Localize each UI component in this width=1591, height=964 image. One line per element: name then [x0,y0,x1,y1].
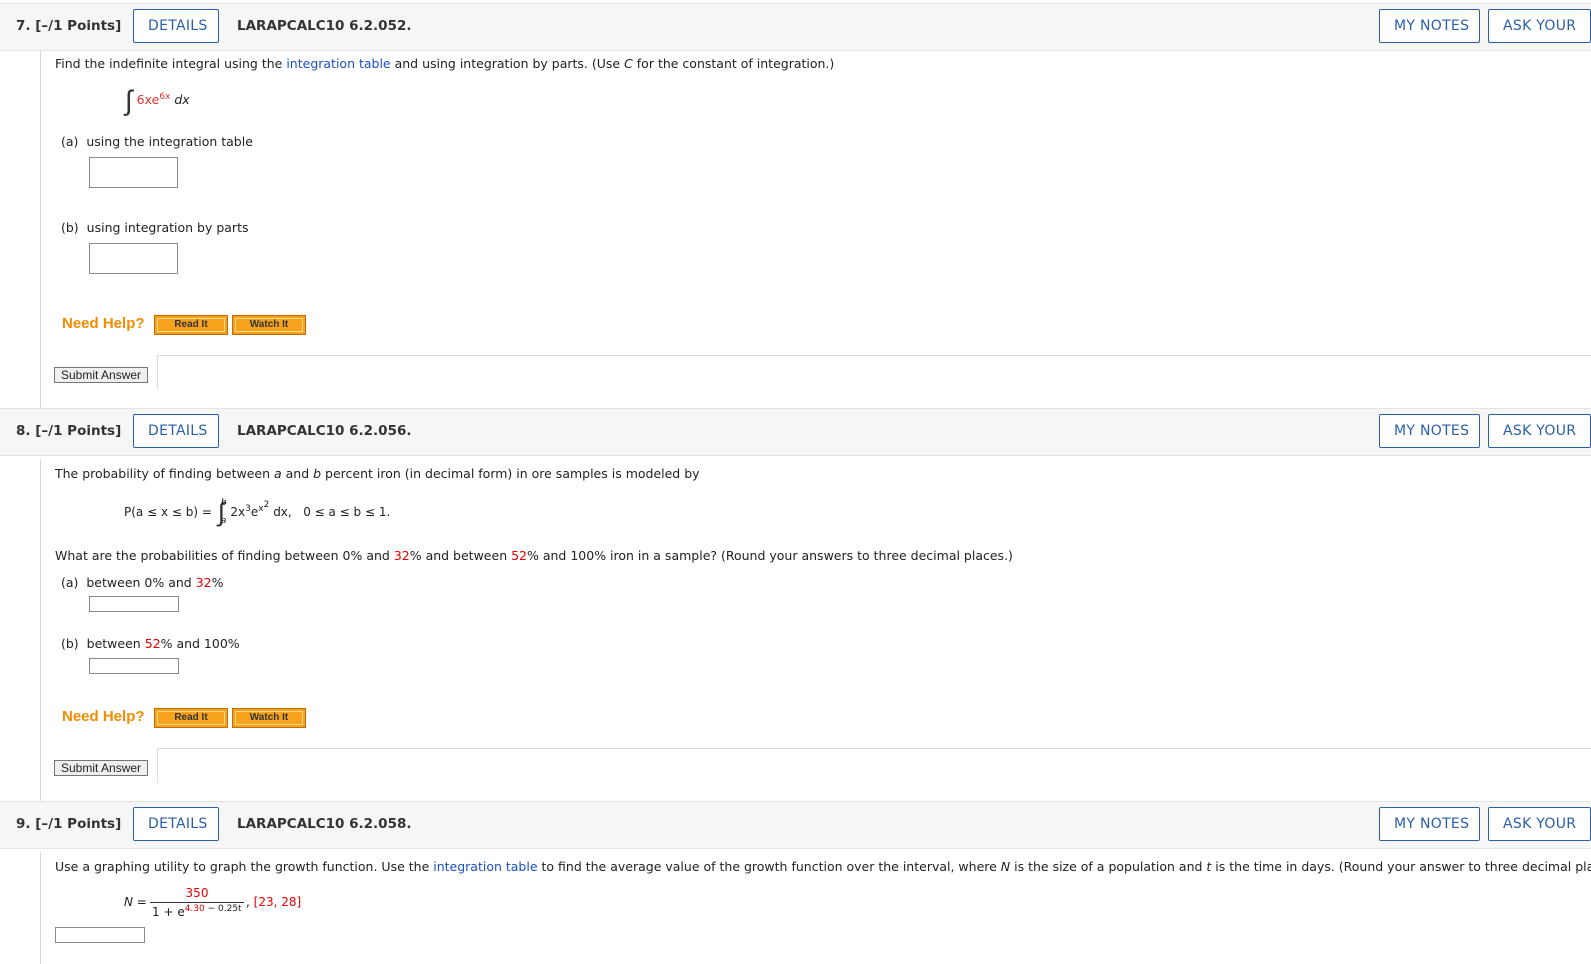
answer-input-b[interactable] [89,243,178,274]
fraction-bar [150,902,244,903]
question-header: 7. [–/1 Points] DETAILS LARAPCALC10 6.2.… [0,3,1591,51]
question-number: 9. [–/1 Points] [16,816,122,832]
answer-input-a[interactable] [89,596,179,612]
question-prompt: The probability of finding between a and… [55,466,700,481]
question-header: 8. [–/1 Points] DETAILS LARAPCALC10 6.2.… [0,408,1591,456]
my-notes-button[interactable]: MY NOTES [1379,414,1480,448]
question-code: LARAPCALC10 6.2.058. [237,816,412,832]
divider [157,748,1591,749]
question-prompt: Find the indefinite integral using the i… [55,56,835,71]
probability-formula: P(a ≤ x ≤ b) = ∫b a 2x3ex2 dx, 0 ≤ a ≤ b … [124,498,391,528]
divider [157,355,158,390]
details-button[interactable]: DETAILS [133,414,219,448]
integral-sign-icon: ∫ [125,84,133,117]
details-button[interactable]: DETAILS [133,807,219,841]
my-notes-button[interactable]: MY NOTES [1379,9,1480,43]
my-notes-button[interactable]: MY NOTES [1379,807,1480,841]
part-a-label: (a) using the integration table [61,134,253,149]
question-code: LARAPCALC10 6.2.052. [237,18,412,34]
question-number: 8. [–/1 Points] [16,423,122,439]
need-help-label: Need Help? [62,315,145,332]
question-text: What are the probabilities of finding be… [55,548,1013,563]
ask-teacher-button[interactable]: ASK YOUR [1488,9,1591,43]
part-b-label: (b) using integration by parts [61,220,249,235]
question-body: The probability of finding between a and… [40,459,1591,801]
integral-expression: ∫ 6xe6x dx [125,84,190,117]
divider [157,355,1591,356]
answer-input[interactable] [55,927,145,943]
need-help-label: Need Help? [62,708,145,725]
question-body: Use a graphing utility to graph the grow… [40,852,1591,964]
watch-it-button[interactable]: Watch It [232,315,306,335]
answer-input-a[interactable] [89,157,178,188]
read-it-button[interactable]: Read It [154,315,228,335]
divider [157,748,158,783]
part-a-label: (a) between 0% and 32% [61,575,224,590]
answer-input-b[interactable] [89,658,179,674]
question-header: 9. [–/1 Points] DETAILS LARAPCALC10 6.2.… [0,801,1591,849]
details-button[interactable]: DETAILS [133,9,219,43]
submit-answer-button[interactable]: Submit Answer [54,367,149,383]
ask-teacher-button[interactable]: ASK YOUR [1488,414,1591,448]
question-prompt: Use a graphing utility to graph the grow… [55,859,1591,874]
part-b-label: (b) between 52% and 100% [61,636,240,651]
question-code: LARAPCALC10 6.2.056. [237,423,412,439]
read-it-button[interactable]: Read It [154,708,228,728]
integration-table-link[interactable]: integration table [433,859,537,874]
watch-it-button[interactable]: Watch It [232,708,306,728]
integration-table-link[interactable]: integration table [286,56,390,71]
question-number: 7. [–/1 Points] [16,18,122,34]
denominator: 1 + e4.30 − 0.25t [152,904,242,919]
numerator: 350 [185,886,209,900]
ask-teacher-button[interactable]: ASK YOUR [1488,807,1591,841]
submit-answer-button[interactable]: Submit Answer [54,760,149,776]
question-body: Find the indefinite integral using the i… [40,50,1591,408]
